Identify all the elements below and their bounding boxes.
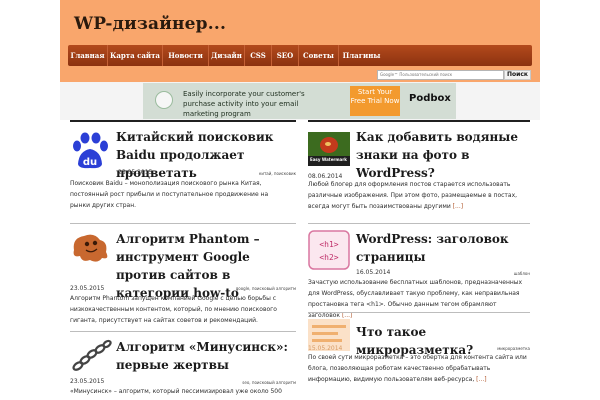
post-date: 16.05.2014 [356, 269, 391, 276]
read-more-link[interactable]: [...] [453, 203, 463, 210]
ad-cta-button[interactable]: Start Your Free Trial Now [350, 86, 400, 116]
post-tags[interactable]: китай, поисковик [216, 171, 296, 176]
content-area: du Китайский поисковик Baidu продолжает … [60, 120, 540, 400]
post-title[interactable]: WordPress: заголовок страницы [356, 230, 532, 266]
post-tags[interactable]: шаблон [450, 271, 530, 276]
post-excerpt: Алгоритм Phantom запущен компанией Googl… [70, 295, 277, 324]
html-tags-thumb[interactable]: <h1> <h2> [308, 230, 350, 270]
baidu-logo-icon[interactable]: du [70, 132, 110, 170]
post-excerpt: Зачастую использование бесплатных шаблон… [308, 277, 528, 321]
post-tags[interactable]: seo, поисковый алгоритм [190, 380, 296, 385]
thumb-caption: Easy Watermark [310, 157, 347, 162]
phantom-ghost-icon[interactable] [70, 230, 112, 264]
post-title[interactable]: Алгоритм Phantom – инструмент Google про… [116, 230, 296, 302]
ad-strip: Easily incorporate your customer's purch… [60, 82, 540, 120]
search-button[interactable]: Поиск [504, 70, 531, 80]
svg-text:<h2>: <h2> [319, 253, 338, 262]
post-card: Что такое микроразметка? 15.05.2014 микр… [308, 319, 530, 400]
nav-item-seo[interactable]: SEO [272, 45, 299, 66]
search-box: Google™ Пользовательский поиск Поиск [377, 70, 531, 80]
post-excerpt: Поисковик Baidu – монополизация поисково… [70, 180, 269, 209]
post-separator [70, 331, 296, 332]
site-header: WP-дизайнер... Главная Карта сайта Новос… [60, 0, 540, 82]
column-divider-right [308, 120, 530, 122]
post-excerpt: По своей сути микроразметка – это обертк… [308, 352, 530, 385]
post-tags[interactable]: микроразметка [450, 346, 530, 351]
page-margin-left [0, 0, 60, 400]
post-card: du Китайский поисковик Baidu продолжает … [70, 128, 296, 223]
nav-item-plugins[interactable]: Плагины [339, 45, 384, 66]
nav-item-news[interactable]: Новости [163, 45, 209, 66]
watermark-photo-thumb[interactable]: Easy Watermark [308, 132, 350, 166]
nav-item-home[interactable]: Главная [68, 45, 108, 66]
ad-text: Easily incorporate your customer's purch… [183, 90, 305, 118]
post-card: Easy Watermark Как добавить водяные знак… [308, 128, 530, 223]
main-nav: Главная Карта сайта Новости Дизайн CSS S… [68, 45, 532, 66]
search-input[interactable]: Google™ Пользовательский поиск [377, 70, 504, 80]
nav-item-sitemap[interactable]: Карта сайта [108, 45, 163, 66]
column-divider-left [70, 120, 296, 122]
ad-brand-logo: Podbox [409, 93, 451, 104]
svg-text:<h1>: <h1> [319, 240, 338, 249]
post-tags[interactable]: google, поисковый алгоритм [190, 286, 296, 291]
post-card: Алгоритм Phantom – инструмент Google про… [70, 230, 296, 333]
page: WP-дизайнер... Главная Карта сайта Новос… [60, 0, 540, 400]
post-separator [308, 223, 530, 224]
svg-text:du: du [83, 157, 97, 168]
post-excerpt: Любой блогер для оформления постов стара… [308, 179, 526, 212]
post-date: 23.05.2015 [70, 378, 105, 385]
post-excerpt: «Минусинск» – алгоритм, который пессимиз… [70, 388, 282, 395]
post-card: <h1> <h2> WordPress: заголовок страницы … [308, 230, 530, 330]
post-date: 23.05.2015 [118, 169, 153, 176]
read-more-link[interactable]: [...] [342, 312, 352, 319]
post-excerpt-text: Любой блогер для оформления постов стара… [308, 181, 518, 210]
ad-banner[interactable]: Easily incorporate your customer's purch… [143, 83, 456, 119]
nav-item-design[interactable]: Дизайн [209, 45, 245, 66]
read-more-link[interactable]: [...] [476, 376, 486, 383]
post-date: 15.05.2014 [308, 345, 343, 352]
post-excerpt-text: По своей сути микроразметка – это обертк… [308, 354, 527, 383]
post-date: 23.05.2015 [70, 285, 105, 292]
post-separator [70, 223, 296, 224]
site-logo[interactable]: WP-дизайнер... [74, 14, 226, 34]
page-margin-right [540, 0, 600, 400]
post-separator [308, 312, 530, 313]
post-title[interactable]: Как добавить водяные знаки на фото в Wor… [356, 128, 532, 182]
nav-item-css[interactable]: CSS [245, 45, 272, 66]
chain-icon[interactable] [70, 338, 112, 374]
ad-brand-icon [155, 91, 173, 109]
post-card: Алгоритм «Минусинск»: первые жертвы 23.0… [70, 338, 296, 400]
post-excerpt-text: Зачастую использование бесплатных шаблон… [308, 279, 523, 319]
post-title[interactable]: Алгоритм «Минусинск»: первые жертвы [116, 338, 296, 374]
nav-item-tips[interactable]: Советы [299, 45, 339, 66]
